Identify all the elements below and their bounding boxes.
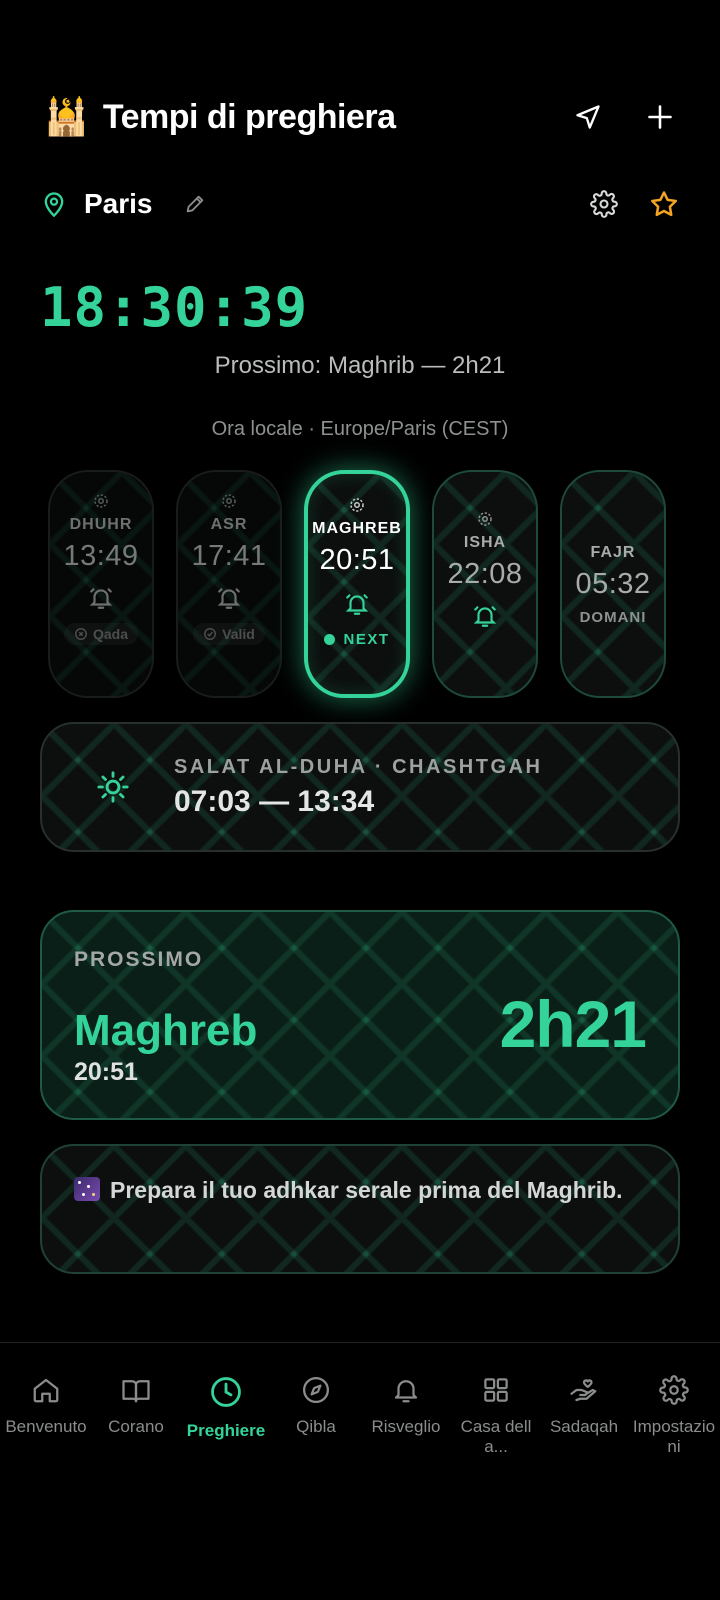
prayer-name: ASR (210, 516, 248, 533)
nav-label: Risveglio (371, 1417, 441, 1436)
tip-text-row: Prepara il tuo adhkar serale prima del M… (74, 1174, 646, 1206)
prayer-card-asr[interactable]: ASR 17:41 Valid (176, 470, 282, 698)
check-circle-icon (204, 628, 217, 640)
nav-label: Sadaqah (549, 1417, 619, 1436)
nav-item-casa-della[interactable]: Casa della... (451, 1375, 541, 1457)
add-location-button[interactable] (644, 101, 676, 133)
clock-icon (211, 1377, 241, 1407)
prayer-time: 22:08 (447, 558, 523, 590)
tomorrow-label: DOMANI (579, 609, 647, 626)
next-prayer-summary: Prossimo: Maghrib — 2h21 (214, 352, 506, 379)
next-prayer-name: Maghreb (74, 1006, 258, 1055)
nav-item-risveglio[interactable]: Risveglio (361, 1375, 451, 1437)
nav-label: Casa della... (460, 1417, 532, 1456)
edit-city-button[interactable] (179, 188, 211, 220)
prayer-time: 17:41 (191, 540, 267, 572)
bell-alarm-icon[interactable] (344, 591, 370, 617)
status-badge: Qada (64, 623, 138, 645)
next-prayer-card: PROSSIMO Maghreb 20:51 2h21 (40, 910, 680, 1120)
duha-time-range: 07:03 — 13:34 (174, 784, 375, 818)
bell-icon (394, 1380, 418, 1403)
location-row: Paris (40, 182, 680, 226)
sun-icon (97, 771, 129, 803)
prayer-time: 20:51 (319, 544, 395, 576)
status-label: Qada (92, 626, 128, 642)
star-icon (651, 191, 677, 217)
tip-card: Prepara il tuo adhkar serale prima del M… (40, 1144, 680, 1274)
prayer-name: ISHA (463, 534, 507, 551)
book-icon (122, 1380, 150, 1403)
nav-item-corano[interactable]: Corano (91, 1375, 181, 1437)
prayer-name: DHUHR (69, 516, 133, 533)
status-label: Valid (222, 626, 255, 642)
night-sky-icon (74, 1177, 100, 1201)
nav-label: Impostazioni (632, 1417, 716, 1456)
x-circle-icon (75, 628, 87, 640)
next-label: PROSSIMO (74, 948, 204, 971)
city-name: Paris (84, 188, 153, 219)
tip-text: Prepara il tuo adhkar serale prima del M… (110, 1177, 623, 1203)
countdown: 2h21 (499, 987, 647, 1061)
bell-alarm-icon[interactable] (472, 603, 498, 629)
next-badge: NEXT (324, 631, 389, 648)
duha-card: SALAT AL-DUHA · CHASHTGAH 07:03 — 13:34 (40, 722, 680, 852)
map-pin-icon (44, 192, 64, 218)
timezone-label: Ora locale · Europe/Paris (CEST) (211, 418, 509, 440)
prayer-card-isha[interactable]: ISHA 22:08 (432, 470, 538, 698)
nav-item-qibla[interactable]: Qibla (271, 1375, 361, 1437)
current-time: 18:30:39 (40, 276, 309, 339)
hand-heart-icon (570, 1379, 597, 1402)
prayer-name: FAJR (590, 544, 636, 561)
nav-item-preghiere[interactable]: Preghiere (181, 1375, 271, 1441)
location-settings-button[interactable] (588, 188, 620, 220)
gear-icon (659, 1375, 689, 1405)
next-prayer-time: 20:51 (74, 1058, 138, 1086)
duha-label: SALAT AL-DUHA · CHASHTGAH (174, 755, 543, 778)
nav-item-sadaqah[interactable]: Sadaqah (539, 1375, 629, 1437)
plus-icon (648, 105, 672, 129)
navigation-arrow-icon (576, 105, 600, 129)
nav-item-impostazioni[interactable]: Impostazioni (629, 1375, 719, 1457)
nav-label: Benvenuto (5, 1417, 87, 1436)
grid-icon (484, 1378, 508, 1402)
locate-button[interactable] (572, 101, 604, 133)
nav-item-benvenuto[interactable]: Benvenuto (1, 1375, 91, 1437)
bell-alarm-icon[interactable] (88, 585, 114, 611)
app-header: 🕌 Tempi di preghiera (44, 92, 676, 142)
nav-label: Preghiere (186, 1421, 266, 1440)
status-badge: Valid (193, 623, 265, 645)
page-title: Tempi di preghiera (102, 97, 396, 136)
nav-label: Corano (108, 1417, 164, 1436)
prayer-time: 05:32 (575, 568, 651, 600)
gear-icon (94, 494, 108, 508)
prayer-time: 13:49 (63, 540, 139, 572)
prayer-card-dhuhr[interactable]: DHUHR 13:49 Qada (48, 470, 154, 698)
prayer-carousel: DHUHR 13:49 Qada ASR 17:41 Valid MAGHREB… (48, 470, 672, 698)
home-icon (33, 1378, 59, 1403)
compass-icon (303, 1377, 329, 1403)
prayer-name: MAGHREB (312, 520, 402, 537)
gear-icon (478, 512, 492, 526)
dot-icon (324, 634, 336, 645)
prayer-card-fajr[interactable]: FAJR 05:32 DOMANI (560, 470, 666, 698)
gear-icon (222, 494, 236, 508)
mosque-logo: 🕌 (44, 96, 89, 137)
pencil-icon (186, 195, 203, 213)
status-label: NEXT (343, 631, 390, 648)
favorite-button[interactable] (648, 188, 680, 220)
bottom-navigation: Benvenuto Corano Preghiere Qibla Risvegl… (0, 1342, 720, 1600)
gear-icon (350, 498, 364, 512)
nav-label: Qibla (296, 1417, 336, 1436)
gear-icon (590, 190, 618, 218)
prayer-card-maghreb[interactable]: MAGHREB 20:51 NEXT (304, 470, 410, 698)
bell-alarm-icon[interactable] (216, 585, 242, 611)
